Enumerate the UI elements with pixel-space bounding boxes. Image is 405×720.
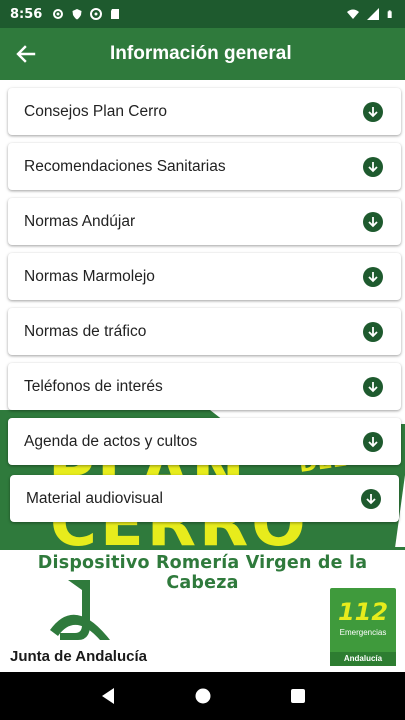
menu-item-label: Normas Andújar — [24, 212, 136, 230]
menu-item-consejos-plan-cerro[interactable]: Consejos Plan Cerro — [8, 88, 401, 135]
menu-item-label: Material audiovisual — [26, 489, 163, 507]
back-button[interactable] — [0, 28, 52, 80]
emergency-112-badge: 112 Emergencias Andalucía — [330, 588, 396, 666]
status-time: 8:56 — [10, 6, 43, 22]
menu-item-recomendaciones-sanitarias[interactable]: Recomendaciones Sanitarias — [8, 143, 401, 190]
status-icons-right — [347, 8, 395, 20]
nav-home-button[interactable] — [183, 676, 223, 716]
emergency-label: Emergencias — [339, 628, 387, 637]
menu-item-label: Consejos Plan Cerro — [24, 102, 168, 120]
download-circle-icon[interactable] — [363, 266, 383, 287]
settings-icon — [53, 9, 64, 19]
download-circle-icon[interactable] — [363, 321, 383, 342]
download-circle-icon[interactable] — [363, 156, 383, 177]
menu-item-normas-marmolejo[interactable]: Normas Marmolejo — [8, 253, 401, 300]
emergency-number: 112 — [337, 598, 389, 626]
romeria-subtitle: Dispositivo Romería Virgen de la Cabeza — [37, 553, 368, 593]
menu-item-label: Teléfonos de interés — [24, 377, 163, 395]
menu-item-agenda-actos-cultos[interactable]: Agenda de actos y cultos — [8, 418, 401, 465]
battery-icon — [387, 10, 392, 18]
system-nav-bar — [0, 672, 405, 720]
download-circle-icon[interactable] — [363, 431, 383, 452]
nav-back-button[interactable] — [88, 676, 128, 716]
arrow-left-icon — [16, 45, 36, 63]
menu-item-label: Normas Marmolejo — [24, 267, 155, 285]
download-circle-icon[interactable] — [361, 488, 381, 509]
shield-icon — [72, 9, 82, 20]
vpn-icon — [90, 8, 103, 20]
app-bar: Información general — [0, 28, 405, 80]
download-circle-icon[interactable] — [363, 211, 383, 232]
menu-item-telefonos-interes[interactable]: Teléfonos de interés — [8, 363, 401, 410]
menu-item-label: Recomendaciones Sanitarias — [24, 157, 226, 175]
menu-item-normas-andujar[interactable]: Normas Andújar — [8, 198, 401, 245]
status-bar: 8:56 — [0, 0, 405, 28]
sd-card-icon — [111, 9, 120, 19]
emergency-region: Andalucía — [330, 652, 396, 666]
junta-label: Junta de Andalucía — [10, 648, 147, 665]
menu-item-normas-trafico[interactable]: Normas de tráfico — [8, 308, 401, 355]
menu-item-label: Normas de tráfico — [24, 322, 147, 340]
download-circle-icon[interactable] — [363, 101, 383, 122]
back-triangle-icon — [101, 688, 114, 704]
menu-item-material-audiovisual[interactable]: Material audiovisual — [10, 475, 399, 522]
wifi-icon — [347, 9, 359, 19]
menu-item-label: Agenda de actos y cultos — [24, 432, 198, 450]
status-icons-left — [52, 8, 121, 20]
recents-square-icon — [290, 689, 305, 703]
download-circle-icon[interactable] — [363, 376, 383, 397]
nav-recents-button[interactable] — [278, 676, 318, 716]
signal-icon — [367, 8, 379, 20]
home-circle-icon — [195, 688, 210, 704]
page-title: Información general — [110, 43, 292, 64]
